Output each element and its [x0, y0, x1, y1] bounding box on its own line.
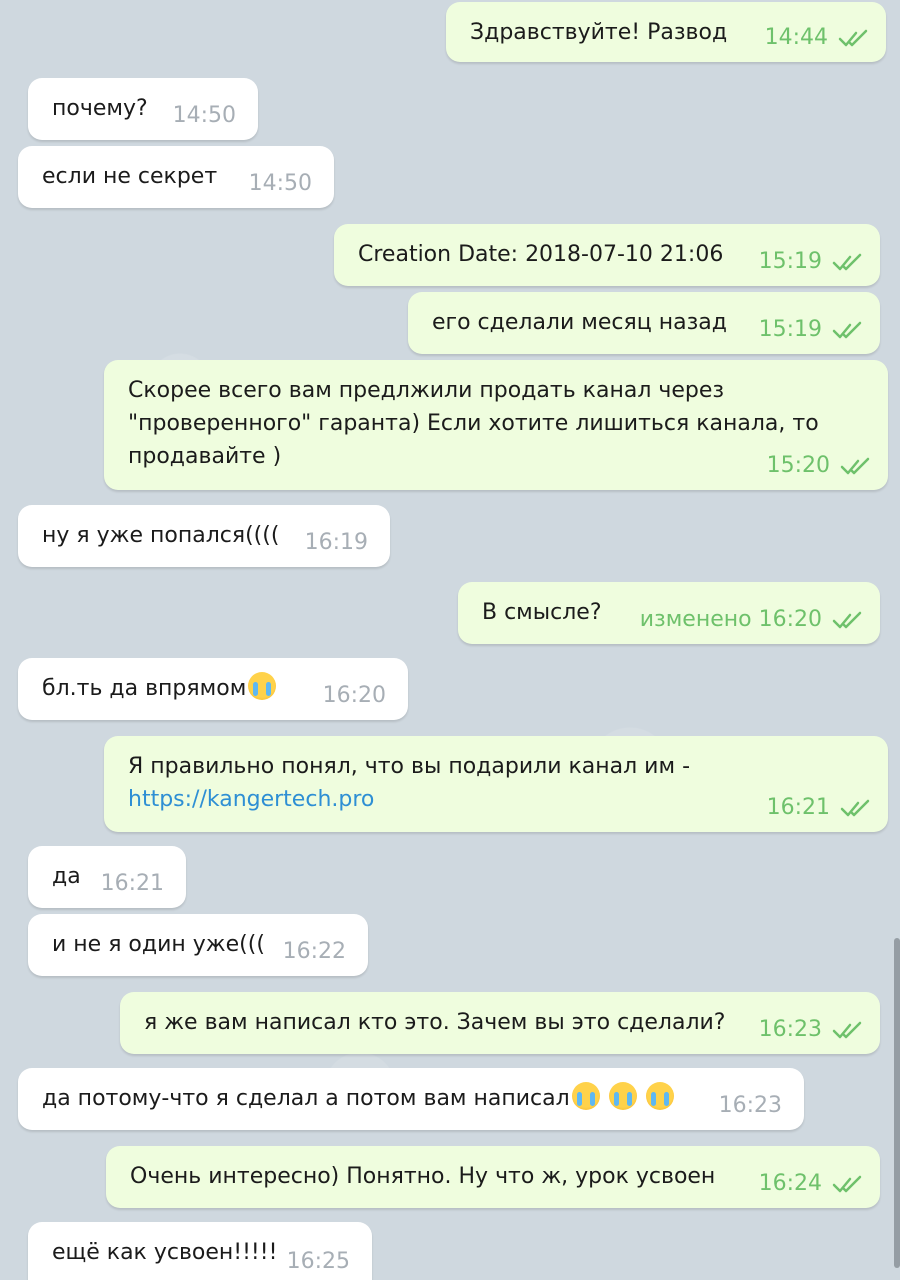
message-text: его сделали месяц назад	[432, 310, 727, 335]
message-time: 16:22	[282, 939, 346, 964]
message-bubble-incoming[interactable]: ещё как усвоен!!!!! 16:25	[28, 1222, 372, 1280]
message-bubble-outgoing[interactable]: Я правильно понял, что вы подарили канал…	[104, 736, 888, 832]
message-text: бл.ть да впрямом	[42, 676, 247, 701]
message-bubble-incoming[interactable]: бл.ть да впрямом 16:20	[18, 658, 408, 720]
double-check-icon	[838, 29, 868, 46]
double-check-icon	[832, 1175, 862, 1192]
message-bubble-outgoing[interactable]: его сделали месяц назад 15:19	[408, 292, 880, 354]
message-meta: 16:20	[323, 679, 386, 712]
message-text: Скорее всего вам предлжили продать канал…	[128, 378, 819, 469]
message-bubble-incoming[interactable]: да потому-что я сделал а потом вам напис…	[18, 1068, 804, 1130]
message-text: я же вам написал кто это. Зачем вы это с…	[144, 1010, 726, 1035]
message-bubble-outgoing[interactable]: Скорее всего вам предлжили продать канал…	[104, 360, 888, 490]
loudly-crying-face-icon	[608, 1082, 637, 1110]
message-meta: 15:19	[759, 245, 864, 278]
message-text: и не я один уже(((	[52, 932, 265, 957]
message-bubble-incoming[interactable]: если не секрет 14:50	[18, 146, 334, 208]
message-time: 16:23	[718, 1093, 782, 1118]
message-text: почему?	[52, 96, 148, 121]
double-check-icon	[832, 253, 862, 270]
message-meta: 16:19	[305, 526, 368, 559]
message-meta: 16:21	[101, 867, 164, 900]
message-time: 15:20	[766, 453, 830, 478]
message-text: В смысле?	[482, 600, 602, 625]
message-bubble-outgoing[interactable]: Здравствуйте! Развод 14:44	[446, 2, 886, 62]
double-check-icon	[832, 611, 862, 628]
loudly-crying-face-icon	[571, 1082, 600, 1110]
message-meta: изменено 16:20	[640, 603, 864, 636]
message-time: 16:20	[322, 683, 386, 708]
message-time: 15:19	[758, 317, 822, 342]
scrollbar[interactable]	[894, 938, 900, 1268]
double-check-icon	[840, 457, 870, 474]
message-meta: 16:23	[719, 1089, 782, 1122]
message-meta: 16:21	[767, 791, 872, 824]
message-meta: 14:50	[173, 99, 236, 132]
message-text: да	[52, 864, 81, 889]
message-time: 14:50	[172, 103, 236, 128]
message-text-body: Я правильно понял, что вы подарили канал…	[128, 754, 691, 779]
double-check-icon	[832, 1021, 862, 1038]
message-meta: 14:50	[249, 167, 312, 200]
message-text: Очень интересно) Понятно. Ну что ж, урок…	[130, 1164, 716, 1189]
message-meta: 15:20	[767, 449, 872, 482]
message-text: Я правильно понял, что вы подарили канал…	[128, 750, 864, 816]
message-time: 16:19	[304, 530, 368, 555]
message-text: если не секрет	[42, 164, 218, 189]
message-time: 16:23	[758, 1017, 822, 1042]
message-link[interactable]: https://kangertech.pro	[128, 787, 374, 812]
loudly-crying-face-icon	[645, 1082, 674, 1110]
message-time: 14:44	[764, 25, 828, 50]
message-text: Creation Date: 2018-07-10 21:06	[358, 242, 724, 267]
message-bubble-incoming[interactable]: и не я один уже((( 16:22	[28, 914, 368, 976]
chat-background: Здравствуйте! Развод 14:44 почему? 14:50…	[0, 0, 900, 1280]
message-meta: 16:22	[283, 935, 346, 968]
loudly-crying-face-icon	[248, 672, 277, 700]
message-text: Здравствуйте! Развод	[470, 20, 728, 45]
double-check-icon	[840, 799, 870, 816]
message-meta: 14:44	[765, 21, 870, 54]
message-time: 16:21	[766, 795, 830, 820]
message-time: изменено 16:20	[639, 607, 822, 632]
message-meta: 16:23	[759, 1013, 864, 1046]
message-bubble-outgoing[interactable]: В смысле? изменено 16:20	[458, 582, 880, 644]
message-bubble-outgoing[interactable]: Очень интересно) Понятно. Ну что ж, урок…	[106, 1146, 880, 1208]
message-bubble-outgoing[interactable]: я же вам написал кто это. Зачем вы это с…	[120, 992, 880, 1054]
message-meta: 15:19	[759, 313, 864, 346]
message-time: 15:19	[758, 249, 822, 274]
message-time: 16:25	[286, 1249, 350, 1274]
message-bubble-outgoing[interactable]: Creation Date: 2018-07-10 21:06 15:19	[334, 224, 880, 286]
message-meta: 16:24	[759, 1167, 864, 1200]
message-bubble-incoming[interactable]: ну я уже попался(((( 16:19	[18, 505, 390, 567]
message-text: ещё как усвоен!!!!!	[52, 1240, 278, 1265]
message-time: 14:50	[248, 171, 312, 196]
message-meta: 16:25	[287, 1245, 350, 1278]
double-check-icon	[832, 321, 862, 338]
message-text: да потому-что я сделал а потом вам напис…	[42, 1086, 570, 1111]
message-bubble-incoming[interactable]: да 16:21	[28, 846, 186, 908]
message-time: 16:24	[758, 1171, 822, 1196]
message-time: 16:21	[100, 871, 164, 896]
message-text: ну я уже попался((((	[42, 523, 280, 548]
message-bubble-incoming[interactable]: почему? 14:50	[28, 78, 258, 140]
